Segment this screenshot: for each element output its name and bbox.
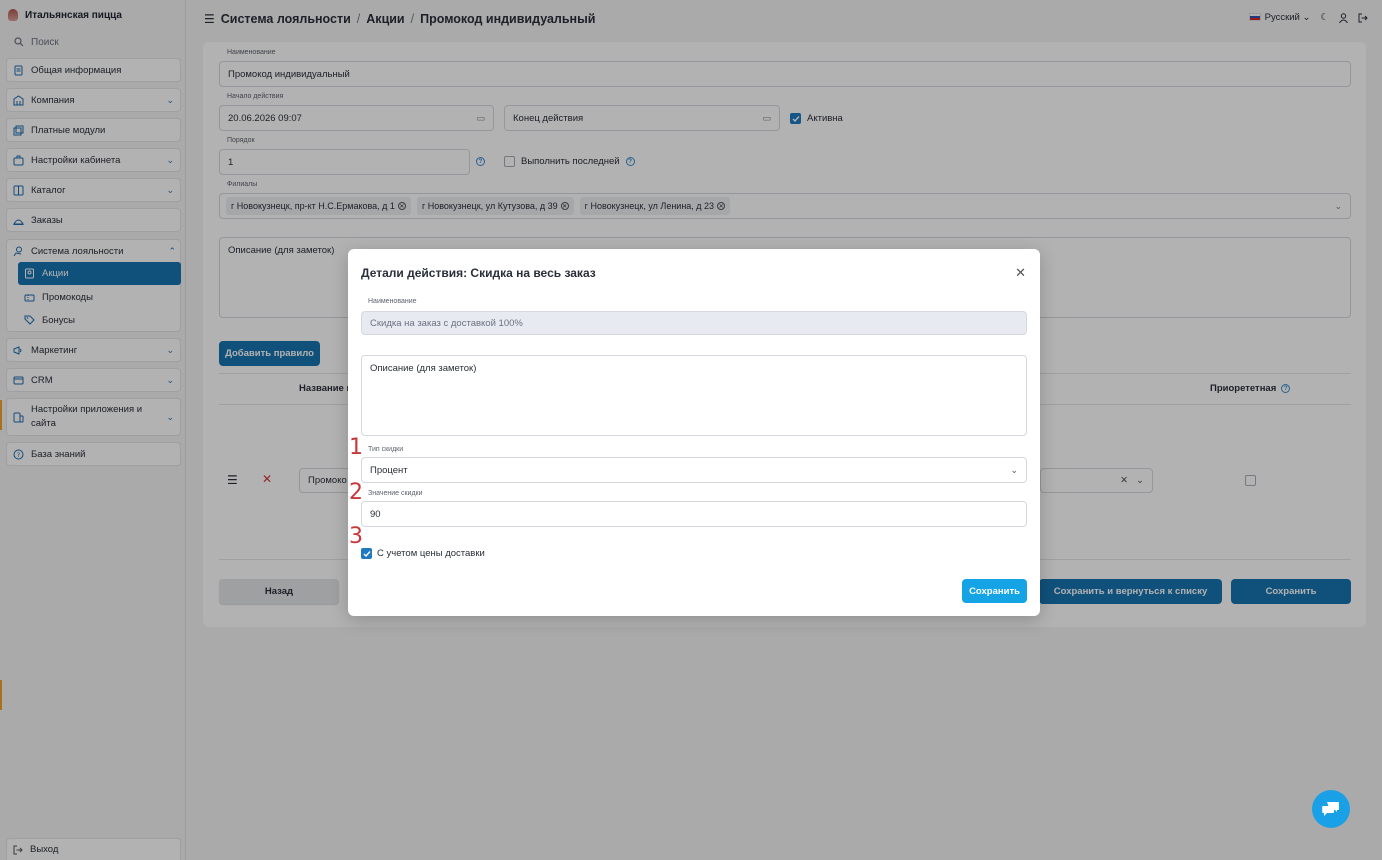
modal-save-button[interactable]: Сохранить: [962, 579, 1027, 603]
action-details-modal: Детали действия: Скидка на весь заказ ✕ …: [348, 249, 1040, 616]
modal-name-input: Скидка на заказ с доставкой 100%: [361, 311, 1027, 335]
checkbox-checked-icon[interactable]: [361, 548, 372, 559]
annotation-marker: 2: [349, 480, 363, 505]
discount-value: 90: [370, 508, 381, 520]
discount-value-input[interactable]: 90: [361, 501, 1027, 527]
modal-name-value: Скидка на заказ с доставкой 100%: [370, 317, 523, 329]
modal-title: Детали действия: Скидка на весь заказ: [361, 266, 596, 280]
modal-name-label: Наименование: [368, 298, 417, 305]
discount-value-label: Значение скидки: [368, 490, 423, 497]
chevron-down-icon[interactable]: ⌄: [1010, 465, 1018, 476]
discount-type-select[interactable]: Процент ⌄: [361, 457, 1027, 483]
delivery-price-label: С учетом цены доставки: [377, 548, 485, 559]
close-icon[interactable]: ✕: [1015, 266, 1026, 279]
modal-description-placeholder: Описание (для заметок): [370, 363, 477, 374]
discount-type-value: Процент: [370, 464, 408, 476]
chat-icon: [1322, 802, 1339, 816]
annotation-marker: 3: [349, 524, 363, 549]
discount-type-label: Тип скидки: [368, 446, 404, 453]
modal-description-textarea[interactable]: Описание (для заметок): [361, 355, 1027, 436]
chat-button[interactable]: [1312, 790, 1350, 828]
delivery-price-checkbox[interactable]: С учетом цены доставки: [361, 548, 485, 559]
annotation-marker: 1: [349, 435, 363, 460]
